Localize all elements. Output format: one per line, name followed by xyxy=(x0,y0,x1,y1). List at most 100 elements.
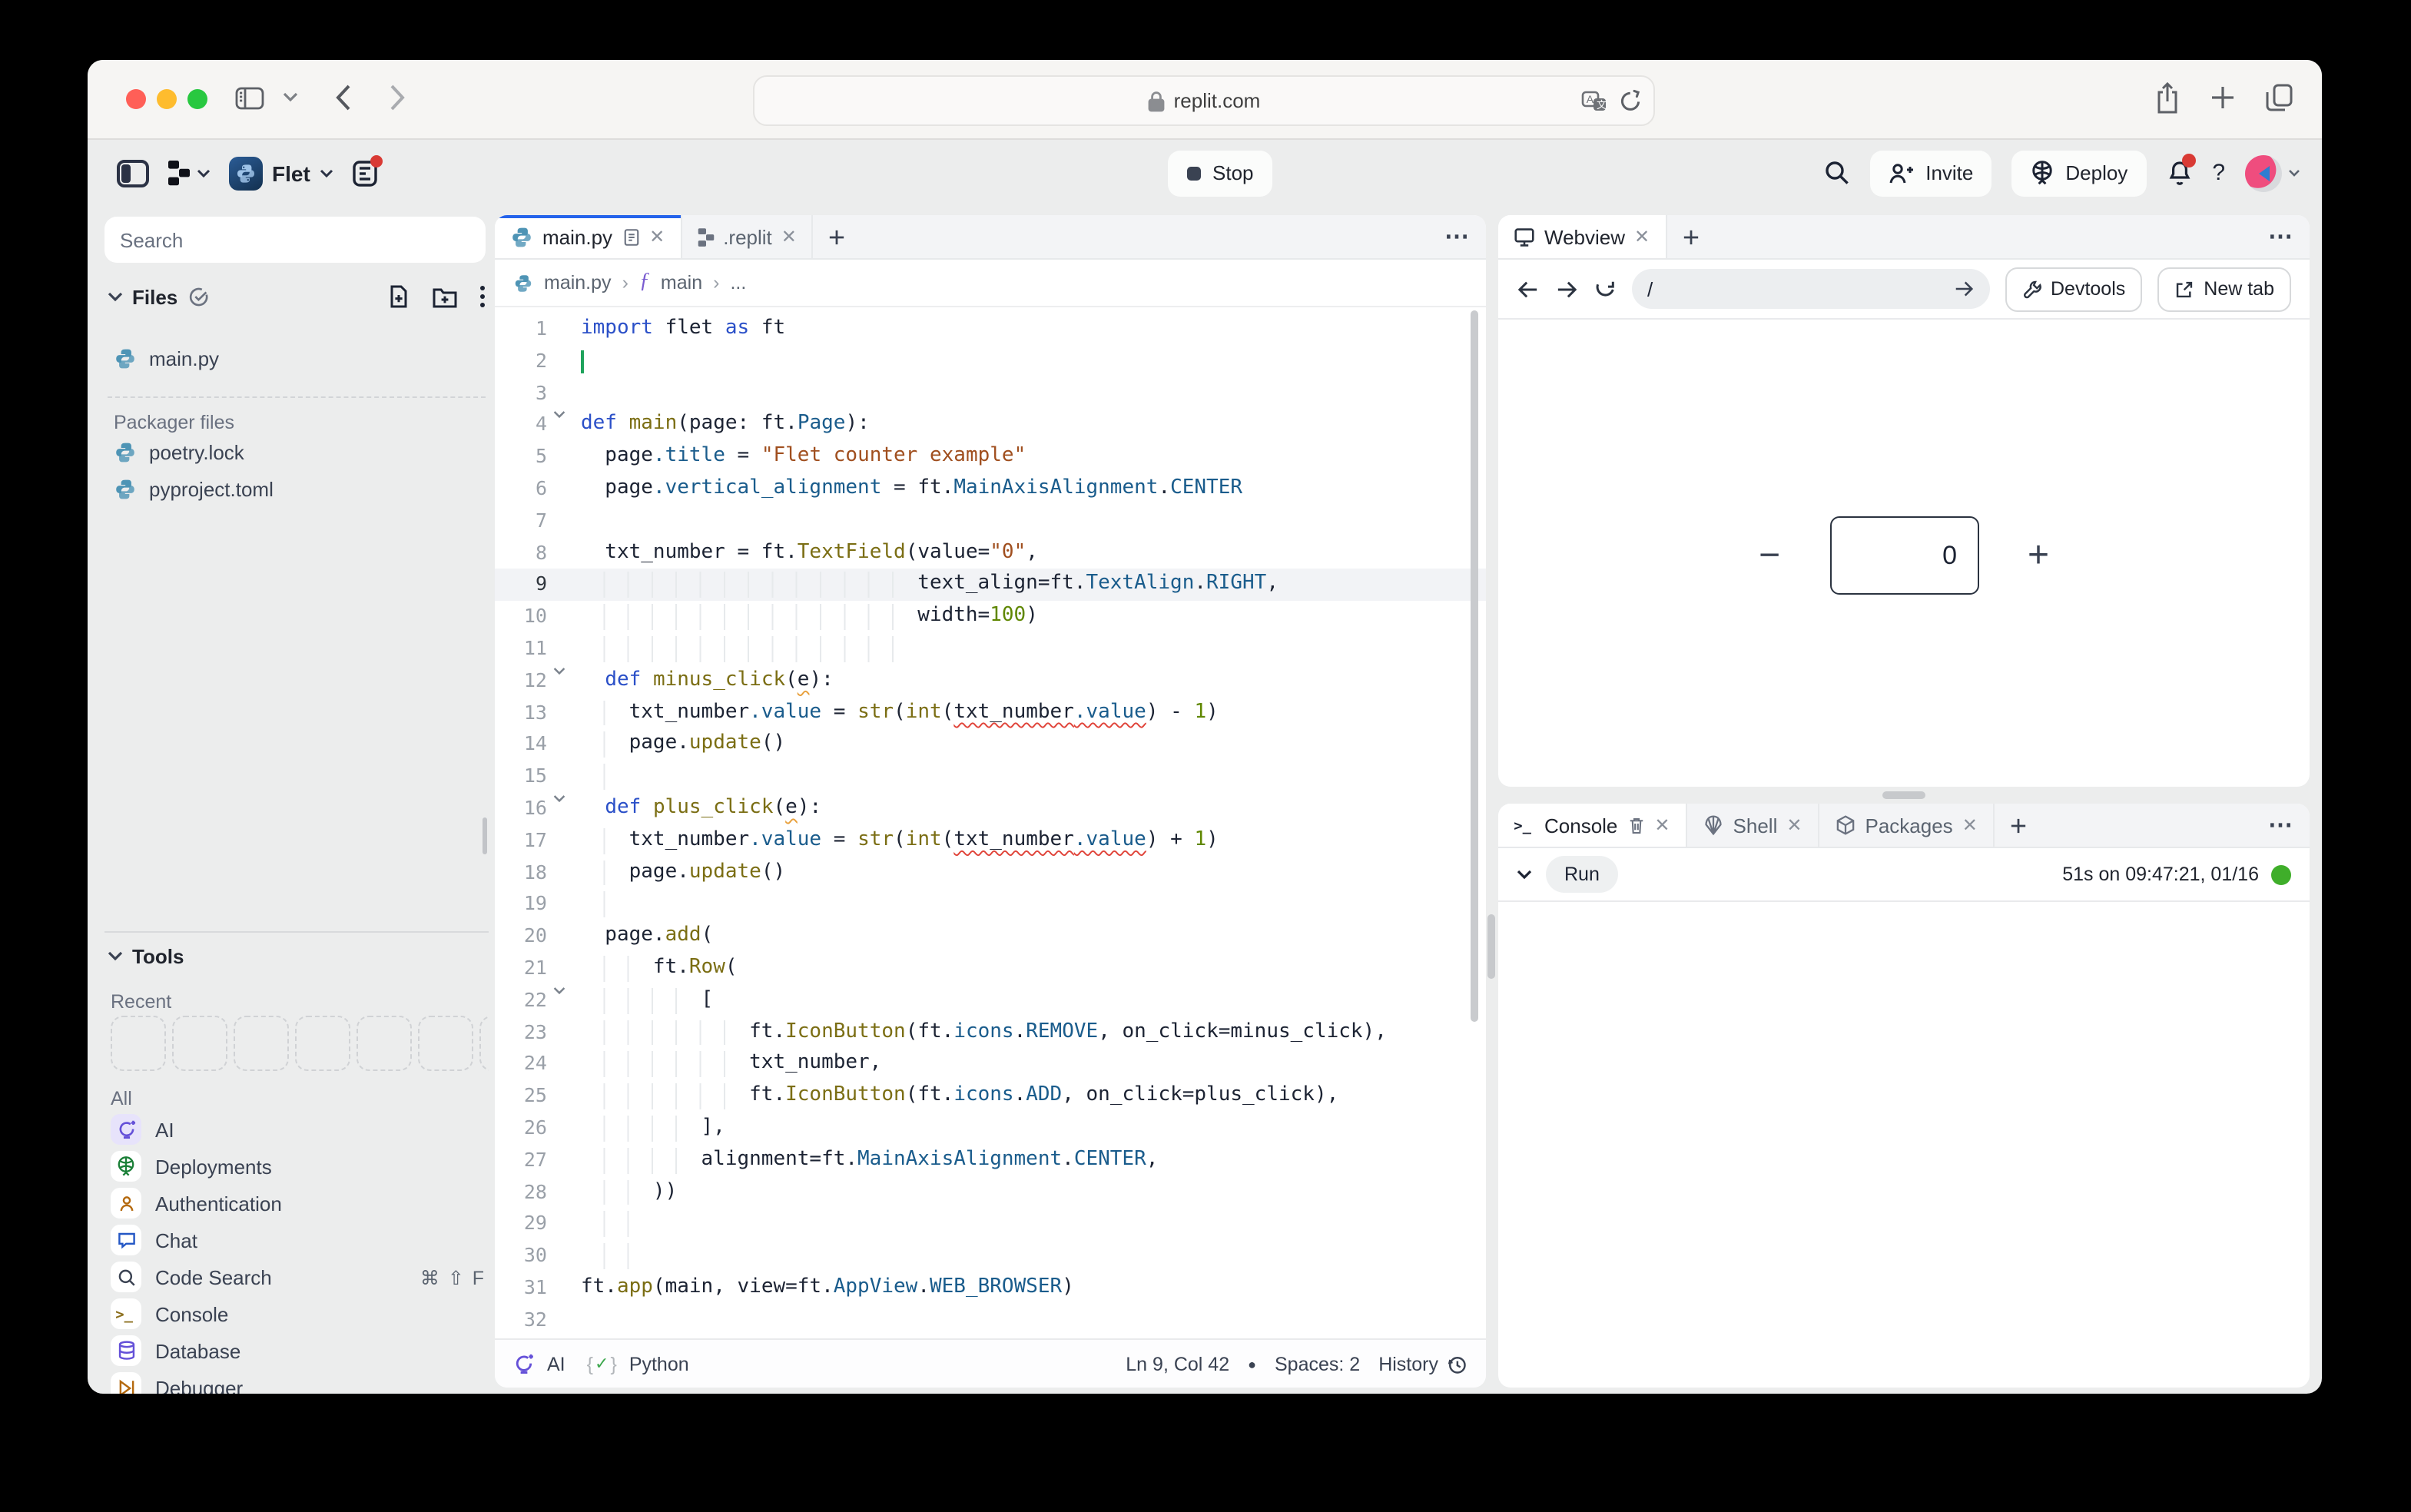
line-number[interactable]: 17 xyxy=(495,825,547,857)
console-tab-console[interactable]: >_ Console✕ xyxy=(1498,804,1687,847)
line-number[interactable]: 16 xyxy=(495,793,547,825)
new-webview-tab-button[interactable] xyxy=(1666,215,1714,258)
zoom-window-button[interactable] xyxy=(187,89,207,109)
account-menu[interactable] xyxy=(2245,154,2300,191)
code-line[interactable]: 26 ], xyxy=(495,1112,1486,1145)
line-number[interactable]: 32 xyxy=(495,1304,547,1336)
invite-button[interactable]: Invite xyxy=(1870,150,1991,196)
close-icon[interactable]: ✕ xyxy=(1786,814,1802,836)
code-line[interactable]: 14 page.update() xyxy=(495,729,1486,761)
line-number[interactable]: 29 xyxy=(495,1209,547,1241)
file-item[interactable]: poetry.lock xyxy=(114,433,486,470)
webview-options-icon[interactable]: ⋯ xyxy=(2268,215,2294,258)
tools-section-header[interactable]: Tools xyxy=(108,945,184,968)
minus-button[interactable]: − xyxy=(1759,534,1780,577)
new-console-tab-button[interactable] xyxy=(1995,804,2042,847)
new-file-icon[interactable] xyxy=(387,284,410,309)
cursor-position[interactable]: Ln 9, Col 42 xyxy=(1126,1353,1229,1374)
code-line[interactable]: 3 xyxy=(495,377,1486,410)
code-line[interactable]: 17 txt_number.value = str(int(txt_number… xyxy=(495,825,1486,857)
line-number[interactable]: 27 xyxy=(495,1144,547,1176)
editor-tab-replit[interactable]: .replit✕ xyxy=(682,215,814,258)
sidebar-item-authentication[interactable]: Authentication xyxy=(111,1185,486,1222)
code-line[interactable]: 2 xyxy=(495,346,1486,378)
console-tab-shell[interactable]: Shell✕ xyxy=(1687,804,1819,847)
tab-overview-icon[interactable] xyxy=(2265,83,2294,112)
code-line[interactable]: 11 xyxy=(495,633,1486,665)
line-number[interactable]: 5 xyxy=(495,441,547,473)
line-number[interactable]: 9 xyxy=(495,569,547,602)
close-icon[interactable]: ✕ xyxy=(649,226,665,247)
forward-icon[interactable] xyxy=(389,83,406,112)
devtools-button[interactable]: Devtools xyxy=(2005,267,2142,311)
close-icon[interactable]: ✕ xyxy=(1634,226,1650,247)
sidebar-item-code-search[interactable]: Code Search⌘ ⇧ F xyxy=(111,1258,486,1295)
code-line[interactable]: 30 xyxy=(495,1240,1486,1272)
code-line[interactable]: 22 [ xyxy=(495,984,1486,1016)
files-section-header[interactable]: Files xyxy=(108,285,210,308)
line-number[interactable]: 24 xyxy=(495,1049,547,1081)
reload-icon[interactable] xyxy=(1620,89,1641,112)
horizontal-resize-handle[interactable] xyxy=(1487,914,1495,979)
line-number[interactable]: 28 xyxy=(495,1176,547,1209)
code-line[interactable]: 6 page.vertical_alignment = ft.MainAxisA… xyxy=(495,473,1486,506)
sidebar-scrollbar[interactable] xyxy=(483,817,487,854)
code-line[interactable]: 27 alignment=ft.MainAxisAlignment.CENTER… xyxy=(495,1144,1486,1176)
close-icon[interactable]: ✕ xyxy=(781,226,797,247)
file-item[interactable]: main.py xyxy=(114,340,486,376)
help-button[interactable]: ? xyxy=(2212,160,2225,186)
sidebar-item-ai[interactable]: AI xyxy=(111,1111,486,1148)
code-line[interactable]: 12 def minus_click(e): xyxy=(495,665,1486,698)
code-line[interactable]: 29 xyxy=(495,1209,1486,1241)
sidebar-item-chat[interactable]: Chat xyxy=(111,1222,486,1258)
new-tab-icon[interactable] xyxy=(2210,85,2236,111)
line-number[interactable]: 23 xyxy=(495,1016,547,1049)
line-number[interactable]: 25 xyxy=(495,1080,547,1112)
code-line[interactable]: 31ft.app(main, view=ft.AppView.WEB_BROWS… xyxy=(495,1272,1486,1305)
code-line[interactable]: 19 xyxy=(495,889,1486,921)
line-number[interactable]: 2 xyxy=(495,346,547,378)
stop-button[interactable]: Stop xyxy=(1168,150,1272,196)
line-number[interactable]: 20 xyxy=(495,920,547,953)
history-button[interactable]: History xyxy=(1378,1353,1467,1374)
breadcrumb[interactable]: main.py › ƒ main › ... xyxy=(495,260,1486,307)
vertical-resize-handle[interactable] xyxy=(1882,791,1925,799)
code-line[interactable]: 28 )) xyxy=(495,1176,1486,1209)
sidebar-item-database[interactable]: Database xyxy=(111,1332,486,1369)
code-line[interactable]: 23 ft.IconButton(ft.icons.REMOVE, on_cli… xyxy=(495,1016,1486,1049)
code-area[interactable]: 1import flet as ft234def main(page: ft.P… xyxy=(495,307,1486,1343)
line-number[interactable]: 15 xyxy=(495,761,547,793)
code-line[interactable]: 32 xyxy=(495,1304,1486,1336)
open-new-tab-button[interactable]: New tab xyxy=(2157,267,2291,311)
code-line[interactable]: 18 page.update() xyxy=(495,857,1486,889)
webview-forward-icon[interactable] xyxy=(1555,279,1578,299)
line-number[interactable]: 10 xyxy=(495,601,547,633)
code-line[interactable]: 5 page.title = "Flet counter example" xyxy=(495,441,1486,473)
new-editor-tab-button[interactable] xyxy=(814,215,861,258)
line-number[interactable]: 12 xyxy=(495,665,547,698)
webview-reload-icon[interactable] xyxy=(1594,277,1617,300)
close-window-button[interactable] xyxy=(126,89,146,109)
sidebar-item-console[interactable]: >_ Console xyxy=(111,1295,486,1332)
plus-button[interactable]: + xyxy=(2028,534,2049,577)
webview-back-icon[interactable] xyxy=(1517,279,1540,299)
console-options-icon[interactable]: ⋯ xyxy=(2268,804,2294,847)
line-number[interactable]: 14 xyxy=(495,729,547,761)
sidebar-item-deployments[interactable]: Deployments xyxy=(111,1148,486,1185)
line-number[interactable]: 21 xyxy=(495,953,547,985)
file-item[interactable]: pyproject.toml xyxy=(114,470,486,507)
editor-scrollbar[interactable] xyxy=(1471,310,1478,1022)
line-number[interactable]: 3 xyxy=(495,377,547,410)
fold-chevron-icon[interactable] xyxy=(553,986,565,995)
translate-icon[interactable]: A文 xyxy=(1581,90,1607,111)
line-number[interactable]: 8 xyxy=(495,537,547,569)
line-number[interactable]: 11 xyxy=(495,633,547,665)
go-arrow-icon[interactable] xyxy=(1952,280,1974,298)
browser-sidebar-toggle-icon[interactable] xyxy=(235,86,264,111)
tab-webview[interactable]: Webview ✕ xyxy=(1498,215,1666,258)
indent-setting[interactable]: Spaces: 2 xyxy=(1275,1353,1360,1374)
code-line-active[interactable]: 9 text_align=ft.TextAlign.RIGHT, xyxy=(495,569,1486,602)
line-number[interactable]: 4 xyxy=(495,410,547,442)
code-line[interactable]: 7 xyxy=(495,506,1486,538)
line-number[interactable]: 31 xyxy=(495,1272,547,1305)
